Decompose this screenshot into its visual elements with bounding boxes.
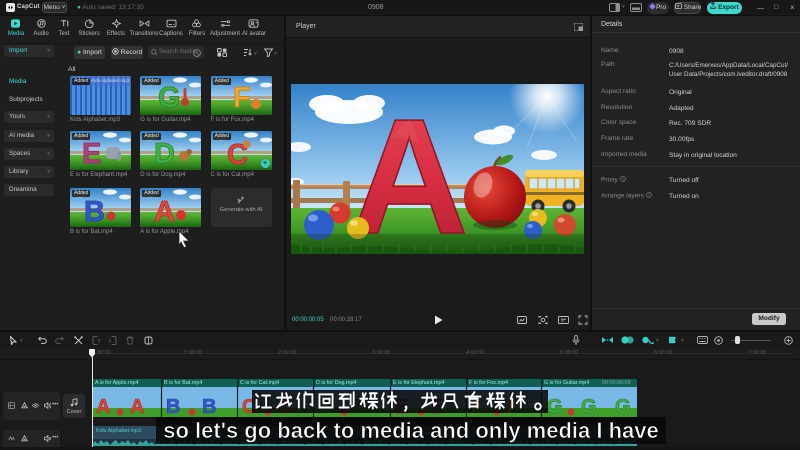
svg-text:F: F (233, 82, 251, 114)
svg-text:A: A (154, 196, 175, 227)
svg-text:D: D (154, 138, 175, 170)
svg-text:G: G (158, 82, 181, 114)
svg-text:E: E (82, 138, 101, 170)
svg-text:B: B (84, 196, 105, 227)
